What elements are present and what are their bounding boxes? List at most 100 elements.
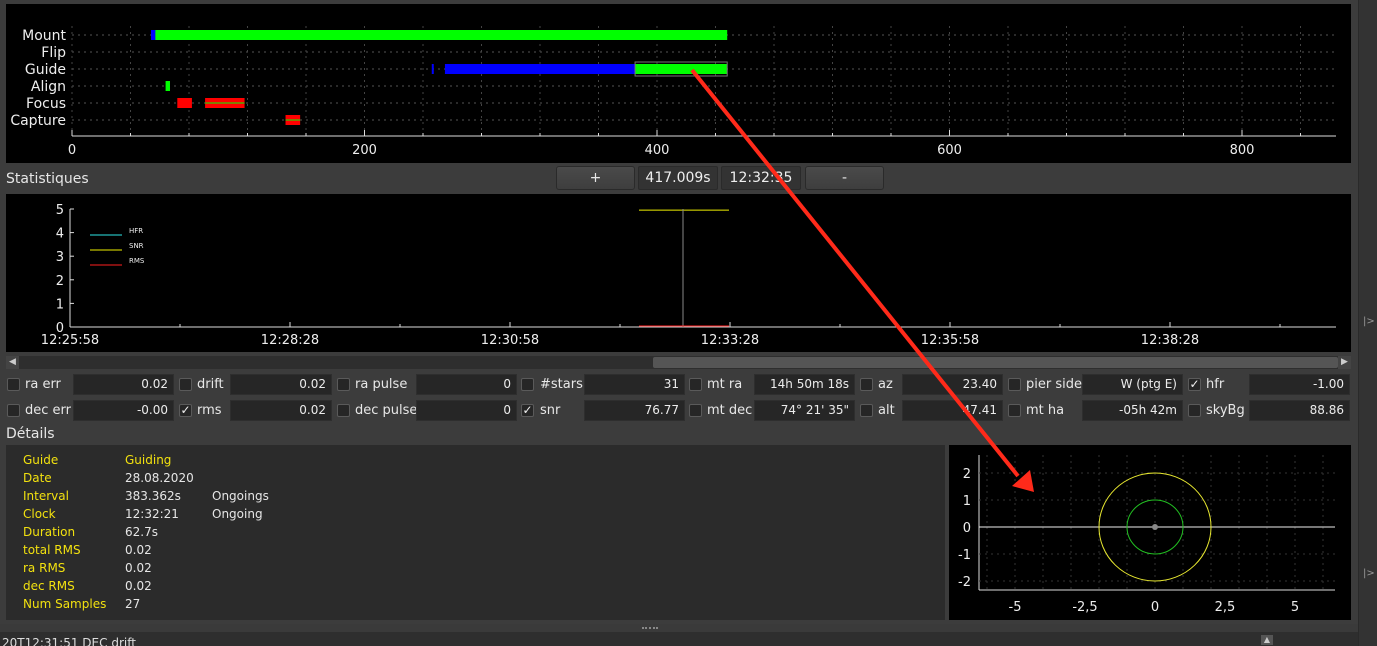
timeline-segment [635, 64, 728, 74]
clock-readout: 12:32:35 [721, 166, 801, 190]
statistics-plot[interactable]: 0 1 2 3 4 5 12:25:58 12:28:28 12:30:58 12:33:28 12… [6, 194, 1351, 352]
details-key: total RMS [23, 543, 81, 557]
timeline-segment [152, 30, 728, 40]
mt-ha-label: mt ha [1026, 403, 1065, 418]
right-side-strip: |> |> [1358, 0, 1377, 646]
grip-icon [642, 627, 658, 629]
hfr-checkbox[interactable]: ✓ [1188, 378, 1201, 391]
hfr-label: hfr [1206, 377, 1225, 392]
y-tick-label: 4 [56, 227, 64, 242]
x-tick-label: 0 [1151, 600, 1159, 615]
mt-ha-value: -05h 42m [1082, 400, 1183, 421]
mt-dec-label: mt dec [707, 403, 753, 418]
x-tick-label: 5 [1291, 600, 1299, 615]
x-tick-label: 800 [1230, 143, 1255, 158]
y-tick-label: -2 [958, 575, 971, 590]
dec-err-checkbox[interactable] [7, 404, 20, 417]
pier-side-value: W (ptg E) [1082, 374, 1183, 395]
x-tick-label: 0 [68, 143, 76, 158]
zoom-in-button[interactable]: + [556, 166, 635, 190]
timeline-segment [444, 64, 636, 74]
x-tick-label: 12:30:58 [481, 333, 539, 348]
scrollbar-thumb[interactable] [653, 357, 1338, 368]
drift-label: drift [197, 377, 224, 392]
y-tick-label: 5 [56, 203, 64, 218]
mt-ha-checkbox[interactable] [1008, 404, 1021, 417]
rms-value: 0.02 [230, 400, 332, 421]
details-key: Guide [23, 453, 59, 467]
y-tick-label: 2 [56, 274, 64, 289]
target-chart: 2 1 0 -1 -2 -5 -2,5 0 2,5 5 [958, 455, 1335, 615]
details-value: 27 [125, 597, 141, 611]
details-value: 12:32:21 [125, 507, 179, 521]
snr-label: snr [540, 403, 561, 418]
ra-err-checkbox[interactable] [7, 378, 20, 391]
legend-label: SNR [129, 242, 144, 250]
row-label: Capture [10, 113, 66, 129]
ra-pulse-value: 0 [416, 374, 517, 395]
snr-value: 76.77 [584, 400, 685, 421]
ra-pulse-label: ra pulse [355, 377, 408, 392]
details-value: 383.362s [125, 489, 181, 503]
rms-checkbox[interactable]: ✓ [179, 404, 192, 417]
skybg-value: 88.86 [1249, 400, 1350, 421]
alt-checkbox[interactable] [860, 404, 873, 417]
az-checkbox[interactable] [860, 378, 873, 391]
x-tick-label: 400 [645, 143, 670, 158]
hfr-value: -1.00 [1249, 374, 1350, 395]
x-tick-label: 200 [352, 143, 377, 158]
alt-value: 47.41 [902, 400, 1003, 421]
stars-label: #stars [540, 377, 583, 392]
y-tick-label: 2 [963, 467, 971, 482]
details-key: Interval [23, 489, 69, 503]
log-area: 20T12:31:51 DEC drift ▲ [0, 632, 1358, 646]
details-key: ra RMS [23, 561, 66, 575]
scroll-left-arrow-icon[interactable]: ◀ [6, 356, 19, 369]
y-tick-label: 1 [963, 494, 971, 509]
details-key: Num Samples [23, 597, 107, 611]
skybg-checkbox[interactable] [1188, 404, 1201, 417]
expand-arrow-icon[interactable]: |> [1363, 568, 1375, 579]
statistics-scrollbar[interactable]: ◀ ▶ [6, 356, 1351, 369]
target-plot[interactable]: 2 1 0 -1 -2 -5 -2,5 0 2,5 5 [949, 445, 1351, 620]
details-value: 62.7s [125, 525, 158, 539]
pier-side-checkbox[interactable] [1008, 378, 1021, 391]
scroll-up-icon[interactable]: ▲ [1261, 635, 1273, 645]
snr-checkbox[interactable]: ✓ [521, 404, 534, 417]
row-label: Align [31, 79, 66, 95]
drift-checkbox[interactable] [179, 378, 192, 391]
x-tick-label: -5 [1009, 600, 1022, 615]
details-value: 0.02 [125, 543, 152, 557]
mt-ra-checkbox[interactable] [689, 378, 702, 391]
statistics-chart: 01234512:25:58 12:28:28 12:30:58 12:33:28 12… [41, 203, 1336, 348]
scroll-right-arrow-icon[interactable]: ▶ [1338, 356, 1351, 369]
guide-point [1152, 524, 1158, 530]
mt-dec-checkbox[interactable] [689, 404, 702, 417]
alt-label: alt [878, 403, 895, 418]
timeline-segment [150, 30, 156, 40]
y-tick-label: 0 [963, 521, 971, 536]
ra-err-label: ra err [25, 377, 61, 392]
timeline-chart: 0 200 400 600 800 MountFlipGuideAlignFocusCap… [10, 26, 1336, 158]
details-panel: Guide Guiding Date 28.08.2020 Interval 3… [6, 445, 945, 620]
rms-label: rms [197, 403, 222, 418]
x-tick-label: 12:28:28 [261, 333, 319, 348]
stars-value: 31 [584, 374, 685, 395]
details-key: Date [23, 471, 52, 485]
mt-dec-value: 74° 21' 35" [754, 400, 855, 421]
stars-checkbox[interactable] [521, 378, 534, 391]
timeline-plot[interactable]: 0 200 400 600 800 Mount Flip Guide Align Focus Cap… [6, 4, 1351, 163]
zoom-out-button[interactable]: - [805, 166, 884, 190]
x-tick-label: 12:33:28 [701, 333, 759, 348]
ra-pulse-checkbox[interactable] [337, 378, 350, 391]
x-tick-label: 12:38:28 [1141, 333, 1199, 348]
y-tick-label: 1 [56, 297, 64, 312]
dec-pulse-checkbox[interactable] [337, 404, 350, 417]
details-key: Duration [23, 525, 76, 539]
pier-side-label: pier side [1026, 377, 1082, 392]
expand-arrow-icon[interactable]: |> [1363, 316, 1375, 327]
legend-label: HFR [129, 227, 143, 235]
row-label: Flip [41, 45, 66, 61]
splitter-handle[interactable] [0, 624, 1358, 632]
details-extra: Ongoings [212, 489, 269, 503]
